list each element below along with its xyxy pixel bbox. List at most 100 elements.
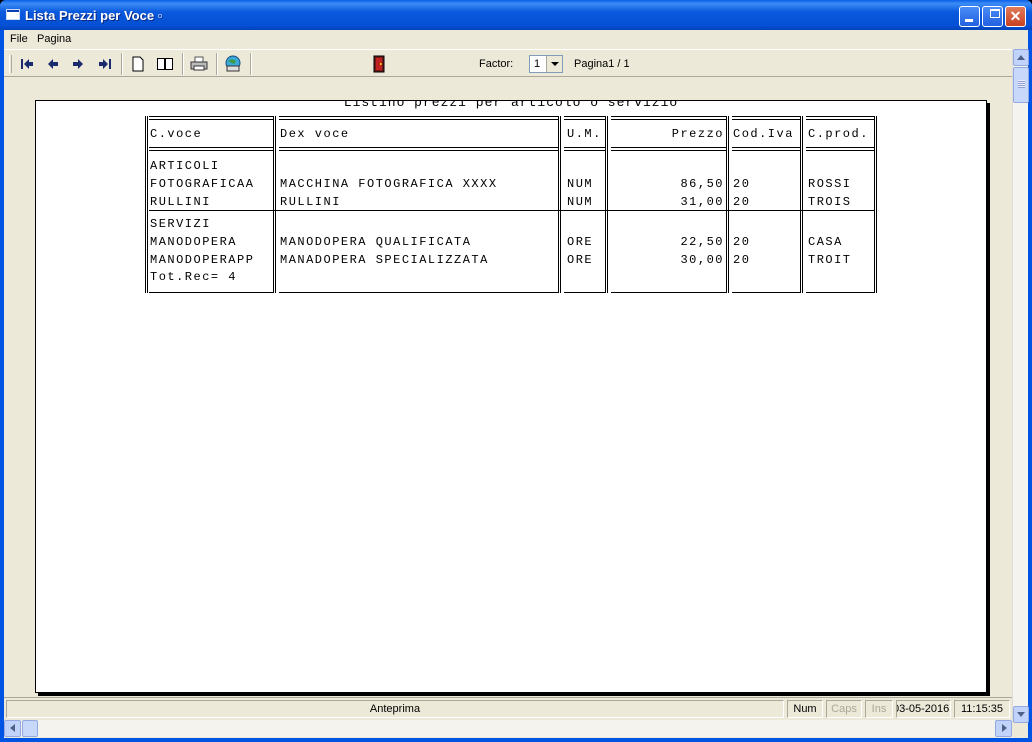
exit-door-icon [373,55,385,73]
status-caps: Caps [826,700,862,718]
col-header-price: Prezzo [671,127,724,141]
toolbar-separator [121,53,123,75]
scroll-thumb-horizontal[interactable] [22,720,38,737]
status-main: Anteprima [6,700,784,718]
window-icon[interactable] [6,9,20,20]
table-vline [874,116,877,293]
report-page: Listino prezzi per articolo o servizio C… [35,100,987,693]
next-page-button[interactable] [67,54,89,74]
row-price: 31,00 [680,195,724,209]
print-button[interactable] [188,54,210,74]
status-date: 03-05-2016 [896,700,951,718]
col-header-iva: Cod.Iva [733,127,794,141]
header-line [806,147,874,151]
row-iva: 20 [733,253,751,267]
previous-page-button[interactable] [42,54,64,74]
window-title-marker: ▫ [157,8,163,23]
title-bar[interactable]: Lista Prezzi per Voce ▫ ✕ [0,0,1032,30]
row-um: ORE [567,253,594,267]
footer-line [611,292,726,293]
footer-line [564,292,605,293]
footer-line [732,292,800,293]
application-window: Lista Prezzi per Voce ▫ ✕ File Pagina Fa… [0,0,1032,742]
print-preview-area[interactable]: Listino prezzi per articolo o servizio C… [4,77,1012,697]
row-price: 30,00 [680,253,724,267]
table-vline [800,116,803,293]
row-price: 86,50 [680,177,724,191]
group-name: ARTICOLI [150,159,220,173]
col-header-prod: C.prod. [808,127,869,141]
single-page-icon [132,56,144,72]
minimize-icon [965,19,973,22]
row-um: NUM [567,177,594,191]
row-prod: TROIS [808,195,852,209]
scroll-thumb[interactable] [1013,67,1029,103]
menu-file[interactable]: File [10,33,28,45]
row-iva: 20 [733,177,751,191]
vertical-scrollbar[interactable] [1012,49,1029,723]
row-desc: MACCHINA FOTOGRAFICA XXXX [280,177,498,191]
window-bottom-border [0,738,1032,742]
scroll-right-icon[interactable] [995,720,1012,737]
scroll-left-icon[interactable] [4,720,21,737]
factor-value: 1 [534,58,541,70]
row-desc: MANODOPERA QUALIFICATA [280,235,472,249]
toolbar-separator [250,53,252,75]
export-button[interactable] [222,54,244,74]
header-line [149,147,273,151]
factor-label: Factor: [479,58,514,70]
row-desc: MANADOPERA SPECIALIZZATA [280,253,489,267]
group-separator [149,210,874,211]
header-line [732,116,800,120]
col-header-code: C.voce [150,127,203,141]
scroll-up-icon[interactable] [1013,49,1029,66]
header-line [279,147,558,151]
print-icon [190,56,208,71]
header-line [732,147,800,151]
status-bar: Anteprima Num Caps Ins 03-05-2016 11:15:… [4,697,1012,719]
restore-button[interactable] [982,6,1003,27]
toolbar-grip[interactable] [9,55,12,73]
toolbar: Factor: 1 Pagina1 / 1 [4,49,1012,77]
header-line [149,116,273,120]
scroll-down-icon[interactable] [1013,706,1029,723]
footer-line [149,292,273,293]
total-records: Tot.Rec= 4 [150,270,238,284]
col-header-um: U.M. [567,127,602,141]
table-vline [605,116,608,293]
two-pages-button[interactable] [154,54,176,74]
last-page-icon [99,59,111,69]
last-page-button[interactable] [94,54,116,74]
header-line [564,116,605,120]
row-prod: TROIT [808,253,852,267]
row-code: MANODOPERAPP [150,253,255,267]
row-price: 22,50 [680,235,724,249]
header-line [611,116,726,120]
row-prod: CASA [808,235,843,249]
status-num: Num [787,700,823,718]
two-pages-icon [157,58,173,70]
single-page-button[interactable] [127,54,149,74]
menu-bar: File Pagina [4,30,1028,49]
row-iva: 20 [733,235,751,249]
close-icon: ✕ [1009,8,1022,24]
horizontal-scrollbar[interactable] [4,720,1012,737]
row-code: MANODOPERA [150,235,238,249]
chevron-down-icon[interactable] [546,56,562,72]
menu-pagina[interactable]: Pagina [37,33,71,45]
close-button[interactable]: ✕ [1005,6,1026,27]
first-page-button[interactable] [16,54,38,74]
exit-button[interactable] [368,54,390,74]
row-code: FOTOGRAFICAA [150,177,255,191]
first-page-icon [21,59,33,69]
header-line [806,116,874,120]
minimize-button[interactable] [959,6,980,27]
row-code: RULLINI [150,195,211,209]
previous-page-icon [48,59,58,69]
table-vline [273,116,276,293]
toolbar-separator [182,53,184,75]
export-icon [225,55,241,72]
factor-select[interactable]: 1 [529,55,563,73]
status-date-text: 03-05-2016 [896,703,950,715]
client-area: File Pagina Factor: 1 Pagina1 / 1 Listin… [4,30,1029,738]
